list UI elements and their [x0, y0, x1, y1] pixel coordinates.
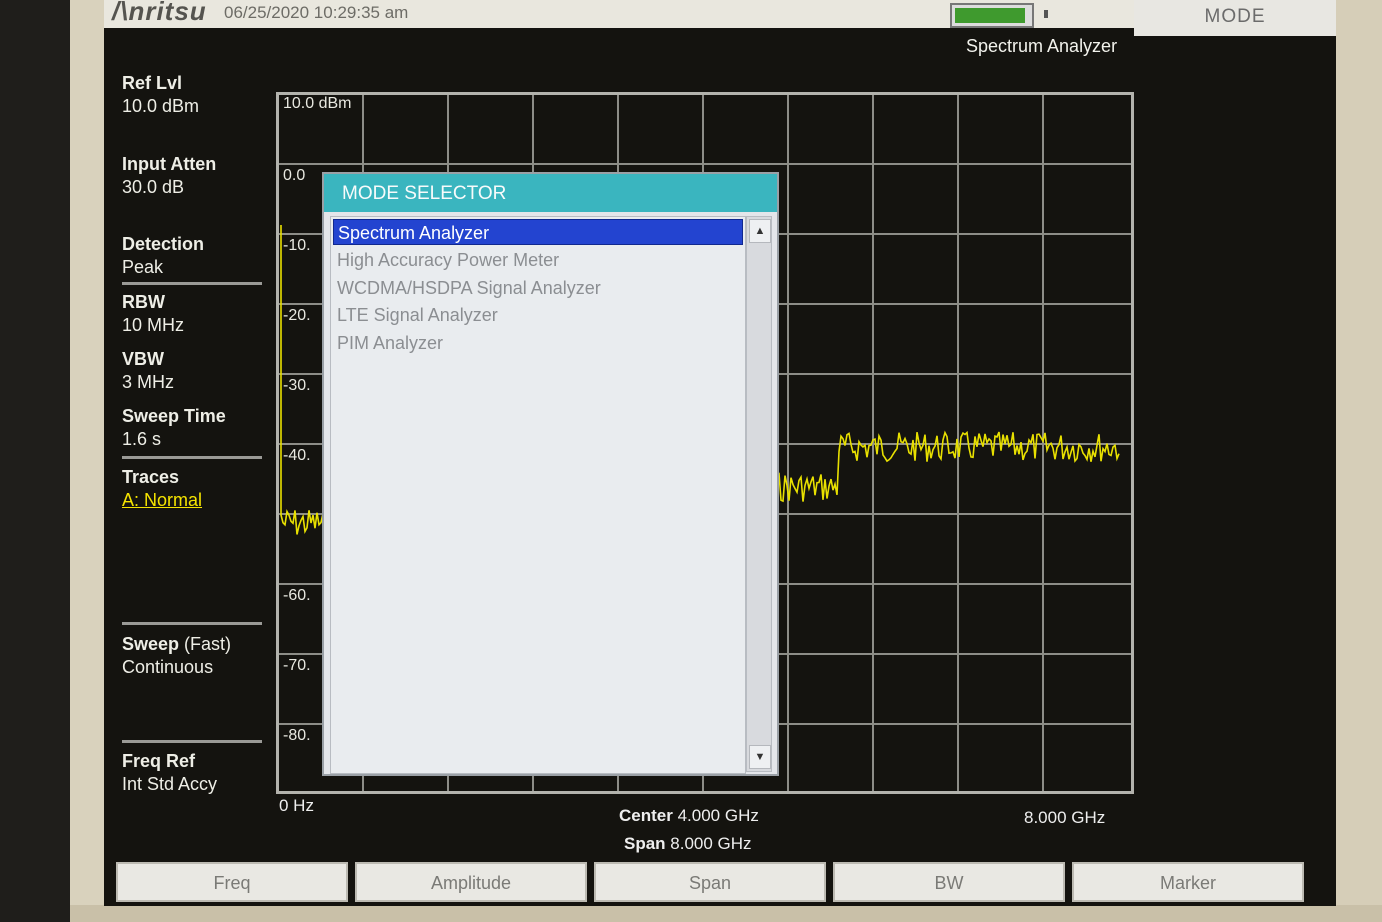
freq-ref-param: Freq Ref Int Std Accy: [122, 750, 217, 796]
mode-option-power-meter[interactable]: High Accuracy Power Meter: [333, 247, 743, 273]
sweep-time-value: 1.6 s: [122, 429, 162, 449]
device-bezel-bottom: [70, 905, 1382, 922]
sweep-label: Sweep: [122, 634, 180, 654]
mode-option-lte[interactable]: LTE Signal Analyzer: [333, 302, 743, 328]
ref-level-value: 10.0 dBm: [122, 96, 200, 116]
rbw-param: RBW 10 MHz: [122, 291, 184, 337]
sweep-time-label: Sweep Time: [122, 406, 226, 426]
divider: [122, 456, 262, 459]
mode-menu-title[interactable]: MODE: [1134, 0, 1336, 36]
datetime-readout: 06/25/2020 10:29:35 am: [224, 3, 409, 22]
battery-icon: [950, 3, 1034, 28]
ref-level-param: Ref Lvl 10.0 dBm: [122, 72, 199, 118]
mode-list[interactable]: Spectrum Analyzer High Accuracy Power Me…: [330, 216, 746, 774]
dialog-title: MODE SELECTOR: [324, 174, 777, 212]
sweep-param: Sweep (Fast) Continuous: [122, 633, 231, 679]
rbw-label: RBW: [122, 292, 165, 312]
softkey-freq[interactable]: Freq: [116, 862, 348, 902]
softkey-span[interactable]: Span: [594, 862, 826, 902]
divider: [122, 622, 262, 625]
brand-logo: /\nritsu: [112, 0, 207, 26]
span-readout: Span 8.000 GHz: [624, 834, 752, 854]
span-value: 8.000 GHz: [670, 834, 752, 853]
mode-option-spectrum-analyzer[interactable]: Spectrum Analyzer: [333, 219, 743, 245]
device-bezel-left: [0, 0, 70, 922]
traces-param: Traces A: Normal: [122, 466, 202, 512]
device-bezel-frame: [70, 0, 106, 922]
detection-value: Peak: [122, 257, 164, 277]
span-label: Span: [624, 834, 666, 853]
softkey-amplitude[interactable]: Amplitude: [355, 862, 587, 902]
divider: [122, 282, 262, 285]
freq-ref-label: Freq Ref: [122, 751, 196, 771]
divider: [122, 740, 262, 743]
rbw-value: 10 MHz: [122, 315, 185, 335]
input-atten-label: Input Atten: [122, 154, 217, 174]
vbw-param: VBW 3 MHz: [122, 348, 174, 394]
detection-label: Detection: [122, 234, 205, 254]
sweep-mode: (Fast): [184, 634, 232, 654]
center-label: Center: [619, 806, 673, 825]
start-frequency: 0 Hz: [279, 796, 314, 815]
traces-label: Traces: [122, 467, 180, 487]
center-frequency: Center 4.000 GHz: [619, 806, 759, 826]
battery-level: [955, 8, 1025, 23]
instrument-screen: /\nritsu 06/25/2020 10:29:35 am MODE Spe…: [104, 0, 1336, 906]
mode-option-wcdma[interactable]: WCDMA/HSDPA Signal Analyzer: [333, 275, 743, 301]
vbw-value: 3 MHz: [122, 372, 175, 392]
list-scrollbar[interactable]: ▲ ▼: [746, 216, 772, 772]
freq-ref-value: Int Std Accy: [122, 774, 218, 794]
current-mode-label: Spectrum Analyzer: [966, 36, 1118, 56]
battery-tip: [1044, 10, 1048, 18]
scroll-up-icon[interactable]: ▲: [749, 219, 771, 243]
sweep-value: Continuous: [122, 657, 214, 677]
ref-level-label: Ref Lvl: [122, 73, 183, 93]
status-bar: /\nritsu 06/25/2020 10:29:35 am: [104, 0, 1134, 28]
input-atten-value: 30.0 dB: [122, 177, 185, 197]
traces-value: A: Normal: [122, 490, 203, 510]
stop-frequency: 8.000 GHz: [1024, 808, 1106, 827]
scroll-down-icon[interactable]: ▼: [749, 745, 771, 769]
device-bezel-right: [1334, 0, 1382, 922]
sweep-time-param: Sweep Time 1.6 s: [122, 405, 226, 451]
softkey-marker[interactable]: Marker: [1072, 862, 1304, 902]
center-value: 4.000 GHz: [677, 806, 759, 825]
softkey-bw[interactable]: BW: [833, 862, 1065, 902]
input-atten-param: Input Atten 30.0 dB: [122, 153, 216, 199]
mode-selector-dialog: MODE SELECTOR Spectrum Analyzer High Acc…: [322, 172, 779, 776]
detection-param: Detection Peak: [122, 233, 204, 279]
vbw-label: VBW: [122, 349, 164, 369]
mode-option-pim[interactable]: PIM Analyzer: [333, 330, 743, 356]
